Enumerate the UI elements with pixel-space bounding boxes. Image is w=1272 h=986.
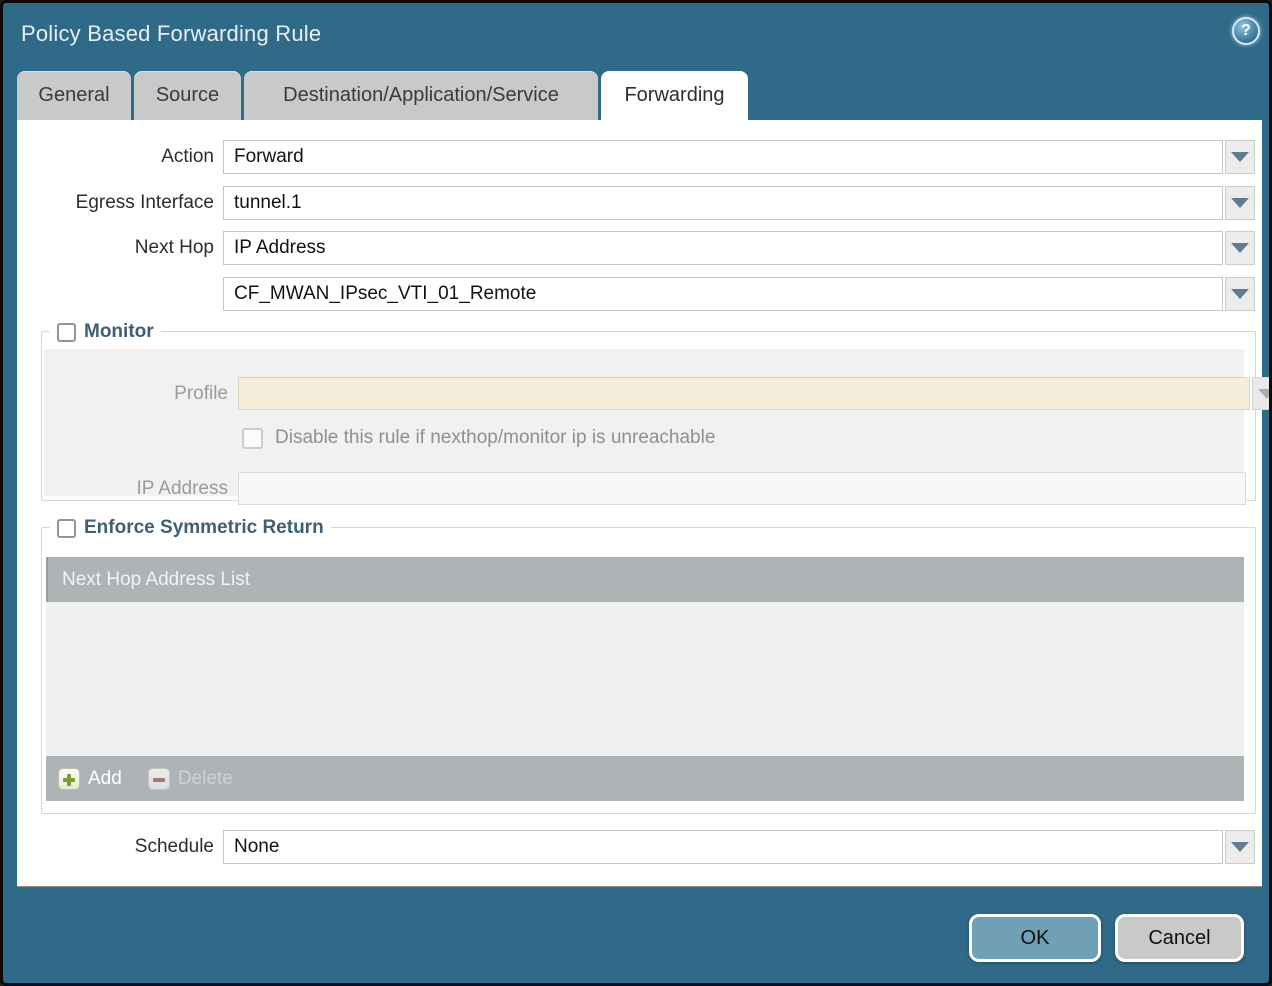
tab-source-label: Source	[156, 84, 219, 107]
tab-destination-application-service[interactable]: Destination/Application/Service	[244, 71, 598, 120]
tab-general-label: General	[38, 84, 109, 107]
plus-icon	[58, 768, 80, 790]
chevron-down-icon	[1231, 198, 1249, 208]
monitor-inner-panel: Profile Disable this rule if nexthop/mon…	[44, 349, 1244, 496]
schedule-dropdown-button[interactable]	[1225, 830, 1255, 864]
action-dropdown-button[interactable]	[1225, 140, 1255, 174]
tab-source[interactable]: Source	[134, 71, 241, 120]
next-hop-label: Next Hop	[17, 231, 214, 265]
cancel-button[interactable]: Cancel	[1115, 914, 1244, 962]
enforce-symmetric-return-checkbox[interactable]	[57, 519, 76, 538]
enforce-symmetric-return-legend-label: Enforce Symmetric Return	[84, 517, 324, 539]
help-icon[interactable]: ?	[1232, 17, 1260, 45]
table-header: Next Hop Address List	[46, 557, 1244, 602]
egress-interface-combo	[223, 186, 1255, 220]
delete-button: Delete	[148, 768, 233, 790]
disable-rule-checkbox	[242, 428, 263, 449]
profile-combo	[238, 377, 1272, 410]
action-label: Action	[17, 140, 214, 174]
tab-forwarding-label: Forwarding	[624, 84, 724, 107]
disable-rule-label: Disable this rule if nexthop/monitor ip …	[275, 427, 715, 449]
chevron-down-icon	[1258, 389, 1272, 399]
profile-input	[238, 377, 1250, 410]
add-button[interactable]: Add	[58, 768, 122, 790]
next-hop-address-input[interactable]	[223, 277, 1223, 311]
enforce-symmetric-return-section: Enforce Symmetric Return Next Hop Addres…	[41, 527, 1256, 814]
ok-button[interactable]: OK	[969, 914, 1101, 962]
next-hop-address-list-table: Next Hop Address List Add Delete	[46, 557, 1244, 801]
delete-button-label: Delete	[178, 768, 233, 790]
schedule-combo	[223, 830, 1255, 864]
next-hop-input[interactable]	[223, 231, 1223, 265]
next-hop-address-dropdown-button[interactable]	[1225, 277, 1255, 311]
table-body[interactable]	[46, 602, 1244, 756]
chevron-down-icon	[1231, 289, 1249, 299]
next-hop-address-combo	[223, 277, 1255, 311]
monitor-checkbox[interactable]	[57, 323, 76, 342]
action-combo	[223, 140, 1255, 174]
forwarding-tab-panel: Action Egress Interface Next Hop	[17, 120, 1262, 887]
ip-address-input	[238, 472, 1246, 505]
egress-interface-input[interactable]	[223, 186, 1223, 220]
add-button-label: Add	[88, 768, 122, 790]
table-header-label: Next Hop Address List	[62, 569, 250, 591]
action-input[interactable]	[223, 140, 1223, 174]
profile-dropdown-button	[1252, 377, 1272, 410]
chevron-down-icon	[1231, 152, 1249, 162]
next-hop-dropdown-button[interactable]	[1225, 231, 1255, 265]
minus-icon	[148, 768, 170, 790]
table-footer: Add Delete	[46, 756, 1244, 801]
profile-label: Profile	[44, 377, 228, 410]
tab-destination-application-service-label: Destination/Application/Service	[283, 84, 559, 107]
policy-based-forwarding-dialog: Policy Based Forwarding Rule ? General S…	[0, 0, 1272, 986]
question-mark-glyph: ?	[1241, 22, 1251, 40]
next-hop-combo	[223, 231, 1255, 265]
monitor-legend-label: Monitor	[84, 321, 154, 343]
schedule-label: Schedule	[17, 830, 214, 864]
disable-rule-row: Disable this rule if nexthop/monitor ip …	[242, 427, 715, 449]
tab-general[interactable]: General	[17, 71, 131, 120]
monitor-section: Monitor Profile Disable this rule if nex…	[41, 331, 1256, 501]
monitor-legend: Monitor	[50, 320, 161, 344]
egress-interface-dropdown-button[interactable]	[1225, 186, 1255, 220]
chevron-down-icon	[1231, 842, 1249, 852]
schedule-input[interactable]	[223, 830, 1223, 864]
enforce-symmetric-return-legend: Enforce Symmetric Return	[50, 516, 331, 540]
tab-forwarding[interactable]: Forwarding	[601, 71, 748, 120]
ip-address-label: IP Address	[44, 472, 228, 505]
egress-interface-label: Egress Interface	[17, 186, 214, 220]
chevron-down-icon	[1231, 243, 1249, 253]
dialog-title: Policy Based Forwarding Rule	[21, 21, 321, 47]
